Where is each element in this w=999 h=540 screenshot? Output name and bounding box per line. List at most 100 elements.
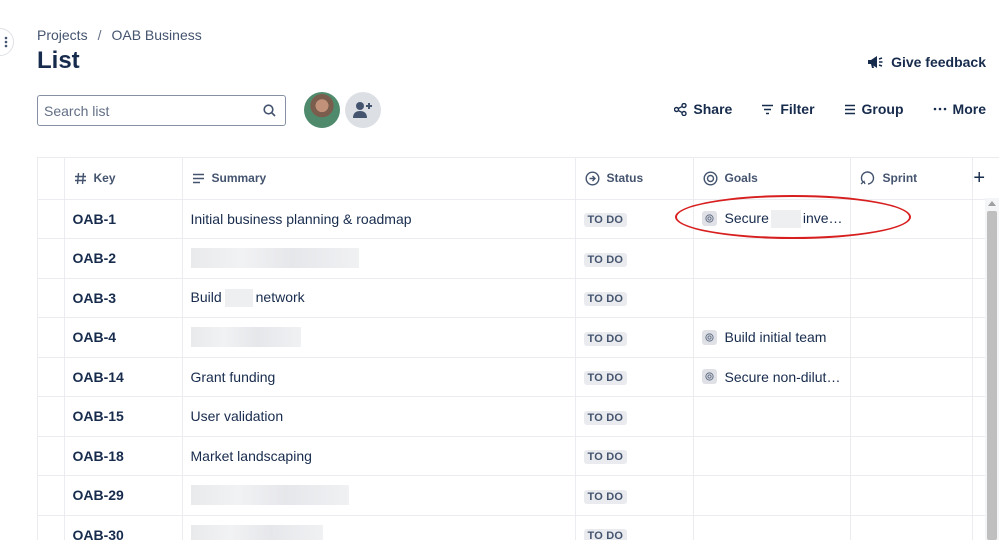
table-header-row: Key Summary Status Goals Sprint +: [38, 158, 986, 200]
sprint-cell[interactable]: [850, 199, 973, 239]
row-select-cell[interactable]: [38, 199, 65, 239]
goals-cell[interactable]: Build initial team: [693, 317, 851, 358]
scroll-up-arrow-icon[interactable]: [985, 200, 999, 210]
filter-button[interactable]: Filter: [761, 101, 815, 117]
add-person-icon: [353, 102, 372, 118]
status-cell[interactable]: TO DO: [575, 475, 694, 516]
table-row[interactable]: OAB-18 Market landscaping TO DO: [38, 436, 986, 476]
column-header-summary[interactable]: Summary: [182, 158, 576, 200]
status-lozenge[interactable]: TO DO: [583, 450, 628, 465]
sprint-cell[interactable]: [850, 238, 973, 279]
goal-name[interactable]: Build initial team: [725, 329, 827, 345]
scrollbar-thumb[interactable]: [987, 211, 997, 540]
issue-key[interactable]: OAB-4: [64, 317, 183, 358]
share-button[interactable]: Share: [674, 101, 732, 117]
issue-summary[interactable]: [182, 317, 576, 358]
vertical-scrollbar[interactable]: [985, 198, 999, 540]
issue-key[interactable]: OAB-14: [64, 357, 183, 397]
row-select-cell[interactable]: [38, 515, 65, 540]
goals-cell[interactable]: [693, 278, 851, 318]
table-row[interactable]: OAB-4 TO DO Build initial team: [38, 317, 986, 358]
issue-key[interactable]: OAB-30: [64, 515, 183, 540]
status-cell[interactable]: TO DO: [575, 357, 694, 397]
goals-cell[interactable]: [693, 238, 851, 279]
goals-cell[interactable]: [693, 515, 851, 540]
issue-summary[interactable]: User validation: [182, 396, 576, 437]
status-lozenge[interactable]: TO DO: [583, 331, 628, 346]
row-select-cell[interactable]: [38, 317, 65, 358]
issue-key[interactable]: OAB-3: [64, 278, 183, 318]
issue-summary[interactable]: Grant funding: [182, 357, 576, 397]
status-lozenge[interactable]: TO DO: [583, 489, 628, 504]
goals-cell[interactable]: [693, 436, 851, 476]
issue-key[interactable]: OAB-29: [64, 475, 183, 516]
row-select-cell[interactable]: [38, 436, 65, 476]
sprint-cell[interactable]: [850, 317, 973, 358]
column-header-status[interactable]: Status: [575, 158, 694, 200]
issue-key[interactable]: OAB-1: [64, 199, 183, 239]
table-row[interactable]: OAB-3 Build network TO DO: [38, 278, 986, 318]
sprint-cell[interactable]: [850, 515, 973, 540]
sprint-cell[interactable]: [850, 396, 973, 437]
more-button[interactable]: More: [933, 101, 986, 117]
goals-cell[interactable]: Secure inve…: [693, 199, 851, 239]
row-end-cell: [972, 238, 986, 279]
goal-name[interactable]: Secure inve…: [725, 210, 843, 228]
goals-cell[interactable]: Secure non-dilut…: [693, 357, 851, 397]
table-row[interactable]: OAB-1 Initial business planning & roadma…: [38, 199, 986, 239]
group-button[interactable]: Group: [844, 101, 904, 117]
status-lozenge[interactable]: TO DO: [583, 213, 628, 228]
sidebar-toggle-button[interactable]: [0, 28, 14, 56]
issue-summary[interactable]: [182, 475, 576, 516]
status-cell[interactable]: TO DO: [575, 199, 694, 239]
status-lozenge[interactable]: TO DO: [583, 410, 628, 425]
row-end-cell: [972, 199, 986, 239]
row-select-cell[interactable]: [38, 396, 65, 437]
status-cell[interactable]: TO DO: [575, 436, 694, 476]
status-cell[interactable]: TO DO: [575, 278, 694, 318]
sprint-cell[interactable]: [850, 436, 973, 476]
column-header-key[interactable]: Key: [64, 158, 183, 200]
status-cell[interactable]: TO DO: [575, 238, 694, 279]
table-row[interactable]: OAB-14 Grant funding TO DO Secure non-di…: [38, 357, 986, 397]
breadcrumb-projects[interactable]: Projects: [37, 27, 88, 43]
table-row[interactable]: OAB-29 TO DO: [38, 475, 986, 516]
issue-summary[interactable]: [182, 515, 576, 540]
issue-key[interactable]: OAB-15: [64, 396, 183, 437]
issue-summary[interactable]: [182, 238, 576, 279]
row-select-cell[interactable]: [38, 278, 65, 318]
avatar[interactable]: [304, 92, 340, 128]
give-feedback-button[interactable]: Give feedback: [867, 54, 986, 70]
status-lozenge[interactable]: TO DO: [583, 292, 628, 307]
status-lozenge[interactable]: TO DO: [583, 252, 628, 267]
goals-cell[interactable]: [693, 475, 851, 516]
goals-cell[interactable]: [693, 396, 851, 437]
table-row[interactable]: OAB-30 TO DO: [38, 515, 986, 540]
table-row[interactable]: OAB-2 TO DO: [38, 238, 986, 279]
issue-summary[interactable]: Market landscaping: [182, 436, 576, 476]
goal-name[interactable]: Secure non-dilut…: [725, 369, 841, 385]
column-header-goals[interactable]: Goals: [693, 158, 851, 200]
sprint-cell[interactable]: [850, 357, 973, 397]
row-select-cell[interactable]: [38, 475, 65, 516]
row-select-cell[interactable]: [38, 357, 65, 397]
add-people-button[interactable]: [345, 92, 381, 128]
add-column-button[interactable]: +: [972, 158, 986, 200]
status-lozenge[interactable]: TO DO: [583, 371, 628, 386]
issue-summary[interactable]: Initial business planning & roadmap: [182, 199, 576, 239]
issue-key[interactable]: OAB-18: [64, 436, 183, 476]
status-lozenge[interactable]: TO DO: [583, 529, 628, 540]
breadcrumb-project[interactable]: OAB Business: [111, 27, 201, 43]
sprint-cell[interactable]: [850, 278, 973, 318]
status-cell[interactable]: TO DO: [575, 515, 694, 540]
search-field[interactable]: [37, 95, 286, 126]
issue-summary[interactable]: Build network: [182, 278, 576, 318]
table-row[interactable]: OAB-15 User validation TO DO: [38, 396, 986, 437]
issue-key[interactable]: OAB-2: [64, 238, 183, 279]
sprint-cell[interactable]: [850, 475, 973, 516]
column-header-sprint[interactable]: Sprint: [850, 158, 973, 200]
status-cell[interactable]: TO DO: [575, 317, 694, 358]
search-input[interactable]: [44, 102, 244, 119]
row-select-cell[interactable]: [38, 238, 65, 279]
status-cell[interactable]: TO DO: [575, 396, 694, 437]
